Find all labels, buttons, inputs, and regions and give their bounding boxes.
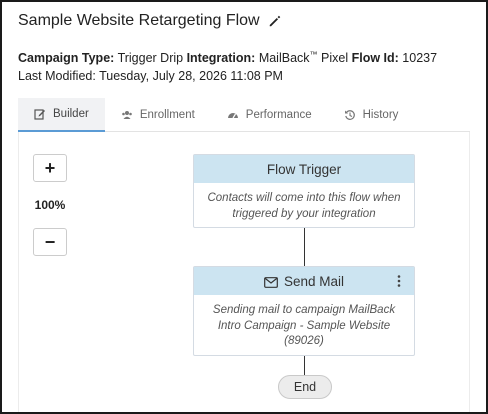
campaign-meta: Campaign Type: Trigger Drip Integration:… [18,50,437,65]
node-description: Sending mail to campaign MailBack Intro … [212,304,396,348]
node-header: Flow Trigger [194,155,414,183]
page-title: Sample Website Retargeting Flow [18,12,260,29]
campaign-type-value: Trigger Drip [117,51,184,66]
tab-label: Performance [245,109,312,121]
integration-label: Integration: [186,51,256,66]
zoom-in-button[interactable]: + [33,154,67,182]
tab-label: History [362,109,399,121]
node-header: Send Mail [194,267,414,295]
flow-id-value: 10237 [402,51,438,66]
tab-label: Builder [53,108,89,120]
title-row: Sample Website Retargeting Flow [18,12,282,30]
users-icon [121,109,133,121]
pencil-icon[interactable] [268,14,282,28]
zoom-out-button[interactable]: − [33,228,67,256]
node-title: Flow Trigger [266,161,342,177]
send-mail-node[interactable]: Send Mail Sending mail to campaign MailB… [193,266,415,356]
tab-history[interactable]: History [328,98,415,132]
node-title: Send Mail [283,273,345,289]
integration-name: MailBack [258,51,310,66]
tab-label: Enrollment [139,109,195,121]
envelope-icon [264,276,278,288]
last-modified: Last Modified: Tuesday, July 28, 2026 11… [18,69,283,83]
zoom-level: 100% [34,198,66,212]
kebab-menu-icon[interactable] [396,274,402,288]
connector-line [304,228,305,266]
tab-builder[interactable]: Builder [18,98,105,132]
gauge-icon [227,109,239,121]
node-description: Contacts will come into this flow when t… [207,192,401,220]
flow-trigger-node[interactable]: Flow Trigger Contacts will come into thi… [193,154,415,228]
trademark-mark: ™ [309,50,318,59]
edit-icon [34,108,46,120]
app-frame: Sample Website Retargeting Flow Campaign… [0,0,488,414]
campaign-type-label: Campaign Type: [18,51,115,66]
tab-enrollment[interactable]: Enrollment [105,98,211,132]
flow-canvas[interactable]: + 100% − Flow Trigger Contacts will come… [18,132,470,412]
integration-suffix: Pixel [321,51,349,66]
end-node[interactable]: End [278,375,332,399]
tab-performance[interactable]: Performance [211,98,328,132]
flow-id-label: Flow Id: [351,51,399,66]
history-icon [344,109,356,121]
tab-bar: Builder Enrollment Performance History [18,98,470,132]
